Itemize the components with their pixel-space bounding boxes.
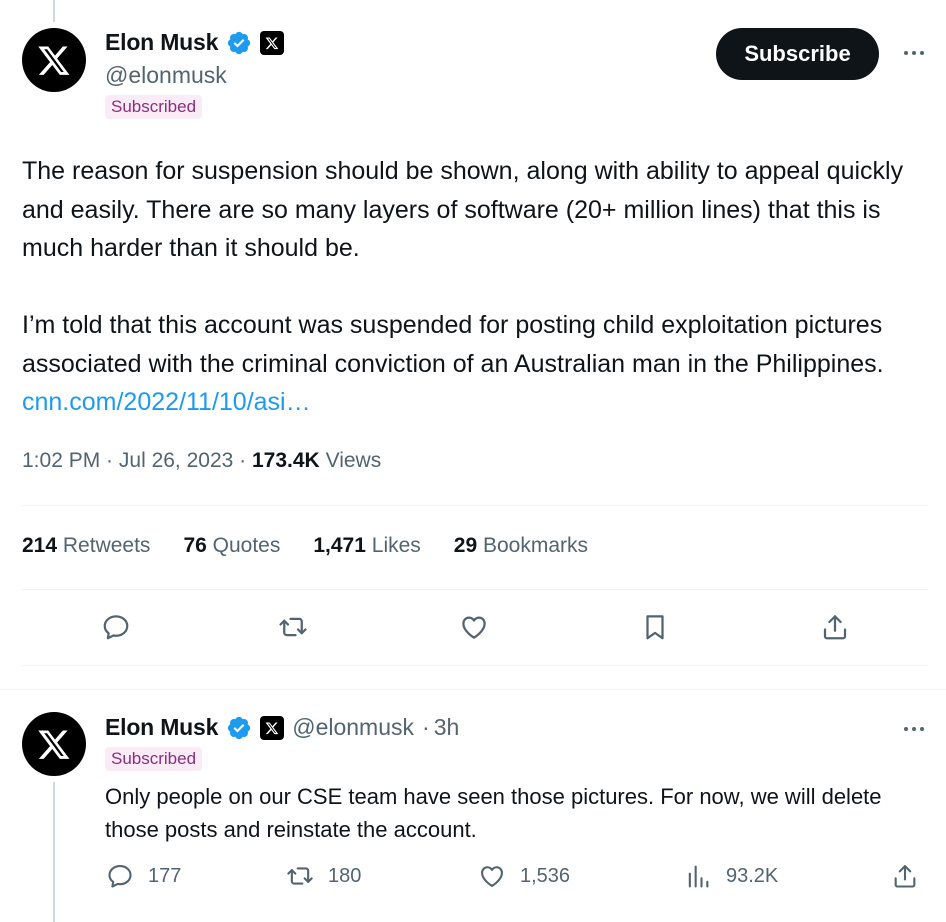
tweet-actions <box>0 612 946 644</box>
x-logo-icon <box>38 730 70 759</box>
reply-share-button[interactable] <box>891 862 919 890</box>
retweets-stat[interactable]: 214 Retweets <box>22 534 150 558</box>
likes-label: Likes <box>371 534 421 557</box>
reply-time-ago[interactable]: 3h <box>434 714 460 741</box>
x-affiliate-icon <box>260 30 285 55</box>
reply-icon[interactable] <box>101 612 131 642</box>
bookmarks-stat[interactable]: 29 Bookmarks <box>454 534 588 558</box>
reply-author-name[interactable]: Elon Musk <box>105 714 218 741</box>
reply-text: Only people on our CSE team have seen th… <box>105 784 882 842</box>
reply-count: 177 <box>148 864 182 887</box>
avatar[interactable] <box>22 28 86 92</box>
reply-avatar[interactable] <box>22 712 86 776</box>
tweet-time[interactable]: 1:02 PM <box>22 449 100 472</box>
reply-actions: 177 180 1,536 93.2K <box>0 862 946 896</box>
quotes-count: 76 <box>183 534 207 557</box>
retweet-count: 180 <box>328 864 362 887</box>
tweet-link[interactable]: cnn.com/2022/11/10/asi… <box>22 388 311 416</box>
divider <box>22 589 928 590</box>
retweet-icon[interactable] <box>278 612 308 642</box>
retweets-label: Retweets <box>62 534 151 557</box>
subscribed-badge: Subscribed <box>105 95 203 119</box>
reply-like-button[interactable]: 1,536 <box>478 862 570 890</box>
thread-line-bottom <box>53 782 55 922</box>
share-icon[interactable] <box>820 612 850 642</box>
bookmark-icon[interactable] <box>640 612 670 642</box>
x-logo-icon <box>38 46 70 75</box>
divider <box>0 689 946 690</box>
views-label: Views <box>325 449 382 472</box>
retweet-icon <box>287 867 313 885</box>
tweet-date[interactable]: Jul 26, 2023 <box>119 449 233 472</box>
reply-reply-button[interactable]: 177 <box>106 862 181 890</box>
verified-badge-icon <box>228 716 251 739</box>
quotes-stat[interactable]: 76 Quotes <box>183 534 280 558</box>
subscribe-button[interactable]: Subscribe <box>716 28 879 80</box>
reply-more-icon[interactable] <box>904 727 924 731</box>
divider <box>22 665 928 666</box>
tweet-stats: 214 Retweets 76 Quotes 1,471 Likes 29 Bo… <box>22 534 621 558</box>
retweets-count: 214 <box>22 534 58 557</box>
tweet-paragraph-text: I’m told that this account was suspended… <box>22 311 884 378</box>
views-count: 173.4K <box>252 449 320 472</box>
author-name-row: Elon Musk <box>105 29 285 56</box>
bookmarks-label: Bookmarks <box>483 534 589 557</box>
subscribed-badge: Subscribed <box>105 747 203 771</box>
likes-count: 1,471 <box>313 534 366 557</box>
views-icon <box>688 865 709 888</box>
quotes-label: Quotes <box>212 534 281 557</box>
x-affiliate-icon <box>260 715 285 740</box>
reply-author-row: Elon Musk @elonmusk · 3h <box>105 714 459 741</box>
tweet-paragraph: The reason for suspension should be show… <box>22 157 904 262</box>
reply-retweet-button[interactable]: 180 <box>286 862 361 890</box>
thread-line-top <box>53 0 55 22</box>
like-count: 1,536 <box>520 864 571 887</box>
verified-badge-icon <box>228 31 251 54</box>
bookmarks-count: 29 <box>453 534 478 557</box>
like-icon[interactable] <box>459 612 489 642</box>
tweet-paragraph: I’m told that this account was suspended… <box>22 306 932 422</box>
likes-stat[interactable]: 1,471 Likes <box>313 534 420 558</box>
reply-views-button[interactable]: 93.2K <box>684 862 778 890</box>
reply-icon <box>108 865 132 888</box>
author-handle[interactable]: @elonmusk <box>105 62 227 89</box>
views-count: 93.2K <box>726 864 779 887</box>
author-display-name[interactable]: Elon Musk <box>105 29 218 56</box>
reply-author-handle[interactable]: @elonmusk <box>292 714 414 741</box>
divider <box>22 505 928 506</box>
dot-separator: · <box>422 714 430 740</box>
tweet-meta: 1:02 PM · Jul 26, 2023 · 173.4K Views <box>22 449 382 472</box>
tweet-text: The reason for suspension should be show… <box>22 152 932 422</box>
share-icon <box>894 865 916 888</box>
like-icon <box>481 866 503 887</box>
more-icon[interactable] <box>904 51 924 55</box>
